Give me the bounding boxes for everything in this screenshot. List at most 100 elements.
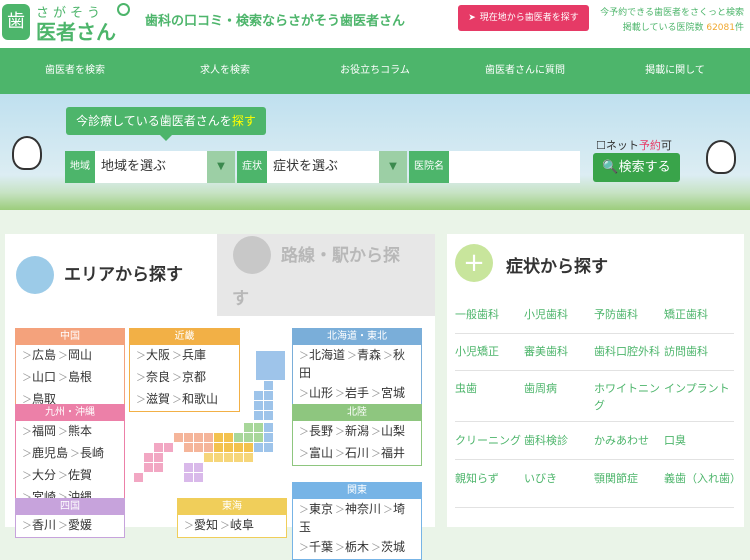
prefecture-link[interactable]: 千葉 <box>299 540 333 554</box>
prefecture-link[interactable]: 佐賀 <box>58 468 92 482</box>
map-prefecture[interactable] <box>244 443 253 452</box>
map-prefecture[interactable] <box>204 433 213 442</box>
map-prefecture[interactable] <box>194 443 203 452</box>
region-header[interactable]: 北海道・東北 <box>293 329 421 345</box>
prefecture-link[interactable]: 大分 <box>22 468 56 482</box>
region-header[interactable]: 関東 <box>293 483 421 499</box>
prefecture-link[interactable]: 東京 <box>299 502 333 516</box>
map-prefecture[interactable] <box>214 443 223 452</box>
location-search-button[interactable]: ➤ 現在地から歯医者を探す <box>458 5 589 31</box>
symptom-link[interactable]: 口臭 <box>664 432 736 449</box>
nav-job-search[interactable]: 求人を検索 <box>150 48 300 94</box>
symptom-select[interactable]: 症状 症状を選ぶ ▼ <box>237 151 407 183</box>
symptom-link[interactable]: 親知らず <box>455 470 527 487</box>
symptom-link[interactable]: 小児歯科 <box>524 306 596 323</box>
symptom-link[interactable]: 小児矯正 <box>455 343 527 360</box>
symptom-link[interactable]: クリーニング <box>455 432 527 449</box>
prefecture-link[interactable]: 和歌山 <box>172 392 218 406</box>
map-prefecture[interactable] <box>184 443 193 452</box>
prefecture-link[interactable]: 山口 <box>22 370 56 384</box>
clinic-input[interactable] <box>449 151 580 183</box>
prefecture-link[interactable]: 栃木 <box>335 540 369 554</box>
symptom-link[interactable]: 歯周病 <box>524 380 596 397</box>
prefecture-link[interactable]: 岐阜 <box>220 518 254 532</box>
prefecture-link[interactable]: 岡山 <box>58 348 92 362</box>
map-prefecture[interactable] <box>254 391 263 400</box>
map-prefecture[interactable] <box>194 463 203 472</box>
symptom-link[interactable]: いびき <box>524 470 596 487</box>
map-prefecture[interactable] <box>234 433 243 442</box>
prefecture-link[interactable]: 茨城 <box>371 540 405 554</box>
map-prefecture[interactable] <box>154 443 163 452</box>
map-prefecture[interactable] <box>154 453 163 462</box>
logo-main[interactable]: 医者さん <box>36 16 116 45</box>
prefecture-link[interactable]: 大阪 <box>136 348 170 362</box>
prefecture-link[interactable]: 奈良 <box>136 370 170 384</box>
symptom-link[interactable]: 虫歯 <box>455 380 527 397</box>
symptom-link[interactable]: かみあわせ <box>594 432 666 449</box>
map-prefecture[interactable] <box>184 433 193 442</box>
map-prefecture[interactable] <box>134 473 143 482</box>
symptom-link[interactable]: 歯科口腔外科 <box>594 343 666 360</box>
symptom-link[interactable]: 矯正歯科 <box>664 306 736 323</box>
map-prefecture[interactable] <box>254 401 263 410</box>
prefecture-link[interactable]: 青森 <box>347 348 381 362</box>
map-prefecture[interactable] <box>264 411 273 420</box>
prefecture-link[interactable]: 山形 <box>299 386 333 400</box>
symptom-link[interactable]: 義歯（入れ歯） <box>664 470 741 487</box>
symptom-link[interactable]: 審美歯科 <box>524 343 596 360</box>
prefecture-link[interactable]: 山梨 <box>371 424 405 438</box>
map-prefecture[interactable] <box>214 433 223 442</box>
map-prefecture[interactable] <box>256 351 285 380</box>
nav-column[interactable]: お役立ちコラム <box>300 48 450 94</box>
symptom-link[interactable]: 予防歯科 <box>594 306 666 323</box>
map-prefecture[interactable] <box>214 453 223 462</box>
map-prefecture[interactable] <box>244 433 253 442</box>
map-prefecture[interactable] <box>164 443 173 452</box>
region-header[interactable]: 近畿 <box>130 329 239 345</box>
map-prefecture[interactable] <box>174 433 183 442</box>
map-prefecture[interactable] <box>264 381 273 390</box>
region-header[interactable]: 東海 <box>178 499 286 515</box>
prefecture-link[interactable]: 鹿児島 <box>22 446 68 460</box>
map-prefecture[interactable] <box>144 453 153 462</box>
map-prefecture[interactable] <box>184 463 193 472</box>
prefecture-link[interactable]: 熊本 <box>58 424 92 438</box>
prefecture-link[interactable]: 京都 <box>172 370 206 384</box>
clinic-name-field[interactable]: 医院名 <box>409 151 580 183</box>
map-prefecture[interactable] <box>234 453 243 462</box>
nav-listing[interactable]: 掲載に関して <box>600 48 750 94</box>
prefecture-link[interactable]: 島根 <box>58 370 92 384</box>
map-prefecture[interactable] <box>244 423 253 432</box>
symptom-link[interactable]: 歯科検診 <box>524 432 596 449</box>
prefecture-link[interactable]: 福岡 <box>22 424 56 438</box>
map-prefecture[interactable] <box>194 473 203 482</box>
map-prefecture[interactable] <box>254 411 263 420</box>
map-prefecture[interactable] <box>254 443 263 452</box>
map-prefecture[interactable] <box>264 423 273 432</box>
map-prefecture[interactable] <box>224 453 233 462</box>
symptom-link[interactable]: 訪問歯科 <box>664 343 736 360</box>
map-prefecture[interactable] <box>254 423 263 432</box>
map-prefecture[interactable] <box>204 443 213 452</box>
prefecture-link[interactable]: 新潟 <box>335 424 369 438</box>
region-header[interactable]: 北陸 <box>293 405 421 421</box>
map-prefecture[interactable] <box>234 443 243 452</box>
prefecture-link[interactable]: 福井 <box>371 446 405 460</box>
prefecture-link[interactable]: 広島 <box>22 348 56 362</box>
map-prefecture[interactable] <box>264 443 273 452</box>
prefecture-link[interactable]: 北海道 <box>299 348 345 362</box>
symptom-link[interactable]: 顎関節症 <box>594 470 666 487</box>
map-prefecture[interactable] <box>224 443 233 452</box>
symptom-link[interactable]: 一般歯科 <box>455 306 527 323</box>
map-prefecture[interactable] <box>184 473 193 482</box>
region-header[interactable]: 九州・沖縄 <box>16 405 124 421</box>
map-prefecture[interactable] <box>264 433 273 442</box>
region-select[interactable]: 地域 地域を選ぶ ▼ <box>65 151 235 183</box>
map-prefecture[interactable] <box>144 463 153 472</box>
map-prefecture[interactable] <box>224 433 233 442</box>
symptom-link[interactable]: インプラント <box>664 380 736 397</box>
prefecture-link[interactable]: 愛知 <box>184 518 218 532</box>
prefecture-link[interactable]: 神奈川 <box>335 502 381 516</box>
map-prefecture[interactable] <box>254 433 263 442</box>
